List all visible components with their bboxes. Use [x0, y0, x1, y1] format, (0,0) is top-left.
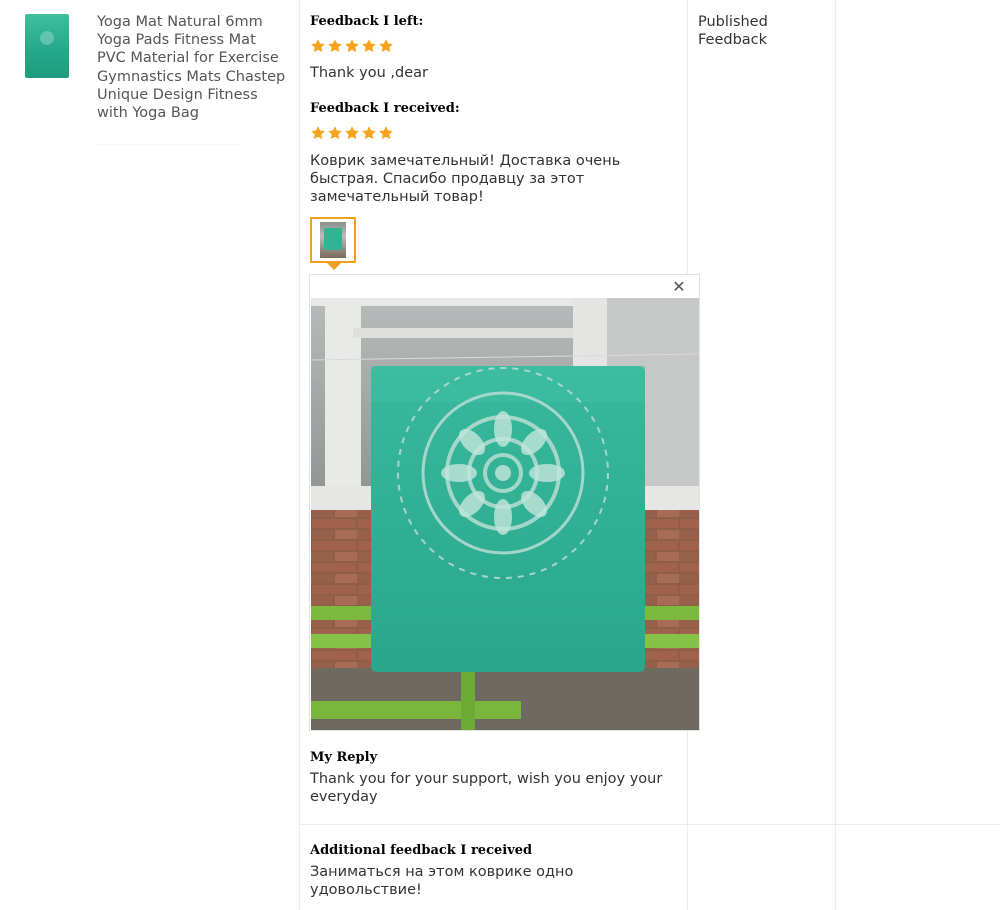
mat-pattern [31, 22, 63, 54]
star-icon [327, 125, 343, 141]
feedback-photo-image [311, 298, 699, 730]
yoga-mat-thumbnail[interactable] [25, 14, 69, 78]
star-icon [361, 125, 377, 141]
photo-thumbnail[interactable] [310, 217, 356, 263]
feedback-received-rating [310, 125, 394, 143]
close-icon[interactable]: ✕ [671, 279, 687, 295]
additional-feedback-label: Additional feedback I received [310, 843, 533, 858]
feedback-page: Yoga Mat Natural 6mm Yoga Pads Fitness M… [0, 0, 1000, 910]
feedback-left-rating [310, 38, 394, 56]
star-icon [378, 125, 394, 141]
feedback-left-text: Thank you ,dear [310, 65, 428, 81]
star-icon [378, 38, 394, 54]
star-icon [310, 125, 326, 141]
star-icon [310, 38, 326, 54]
feedback-received-label: Feedback I received: [310, 101, 460, 116]
column-divider [299, 0, 300, 910]
reply-text: Thank you for your support, wish you enj… [310, 771, 663, 806]
photo-thumbnail-mat [324, 228, 342, 250]
star-icon [361, 38, 377, 54]
feedback-left-label: Feedback I left: [310, 14, 424, 29]
additional-feedback-text: Заниматься на этом коврике одно удовольс… [310, 864, 574, 899]
feedback-received-text: Коврик замечательный! Доставка очень быс… [310, 153, 621, 206]
status-text: Published Feedback [698, 14, 768, 49]
photo-thumbnail-image [320, 222, 346, 258]
product-divider [97, 144, 237, 148]
thumbnail-pointer [327, 263, 341, 270]
star-icon [327, 38, 343, 54]
star-icon [344, 38, 360, 54]
star-icon [344, 125, 360, 141]
product-title[interactable]: Yoga Mat Natural 6mm Yoga Pads Fitness M… [97, 13, 287, 122]
feedback-photo[interactable] [311, 298, 699, 730]
row-divider [299, 824, 1000, 825]
reply-label: My Reply [310, 750, 378, 765]
column-divider [835, 0, 836, 910]
